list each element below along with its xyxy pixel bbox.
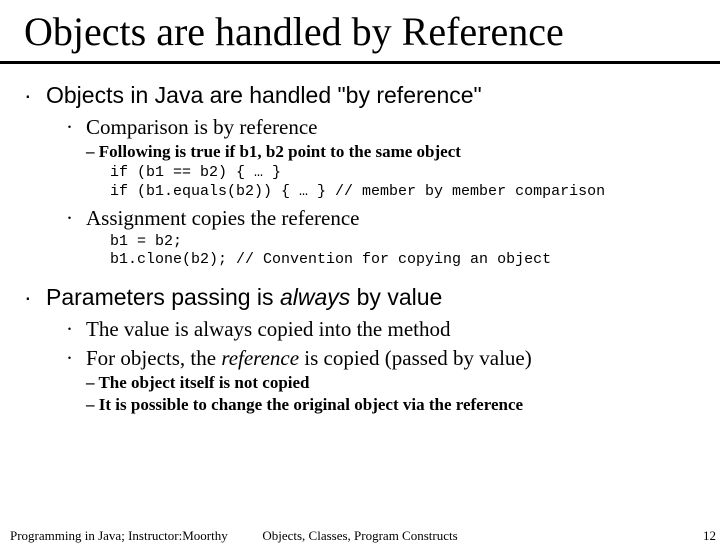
text-part: is copied (passed by value) [299,346,532,370]
code-line: b1.clone(b2); // Convention for copying … [110,251,704,270]
slide-title: Objects are handled by Reference [0,0,720,61]
bullet-text: Comparison is by reference [86,115,318,140]
bullet-icon: · [24,82,46,109]
bullet-icon: · [66,115,86,140]
code-line: b1 = b2; [110,233,704,252]
bullet-text: Parameters passing is always by value [46,284,442,311]
bullet-l3: – Following is true if b1, b2 point to t… [86,142,704,162]
bullet-l3: – The object itself is not copied [86,373,704,393]
bullet-l2: · Comparison is by reference [66,115,704,140]
bullet-icon: · [66,317,86,342]
bullet-text: Objects in Java are handled "by referenc… [46,82,482,109]
footer-center: Objects, Classes, Program Constructs [0,528,720,544]
bullet-text: For objects, the reference is copied (pa… [86,346,532,371]
bullet-l2: · Assignment copies the reference [66,206,704,231]
text-part: For objects, the [86,346,221,370]
text-italic: always [280,284,350,310]
code-line: if (b1.equals(b2)) { … } // member by me… [110,183,704,202]
bullet-text: Assignment copies the reference [86,206,359,231]
bullet-icon: · [66,346,86,371]
bullet-l2: · For objects, the reference is copied (… [66,346,704,371]
title-underline [0,61,720,64]
bullet-l3: – It is possible to change the original … [86,395,704,415]
bullet-l1: · Objects in Java are handled "by refere… [24,82,704,109]
text-part: Parameters passing is [46,284,280,310]
code-line: if (b1 == b2) { … } [110,164,704,183]
page-number: 12 [703,528,716,544]
text-part: by value [350,284,442,310]
text-italic: reference [221,346,299,370]
bullet-icon: · [66,206,86,231]
bullet-l1: · Parameters passing is always by value [24,284,704,311]
bullet-text: The value is always copied into the meth… [86,317,451,342]
bullet-icon: · [24,284,46,311]
slide-body: · Objects in Java are handled "by refere… [0,82,720,415]
bullet-l2: · The value is always copied into the me… [66,317,704,342]
